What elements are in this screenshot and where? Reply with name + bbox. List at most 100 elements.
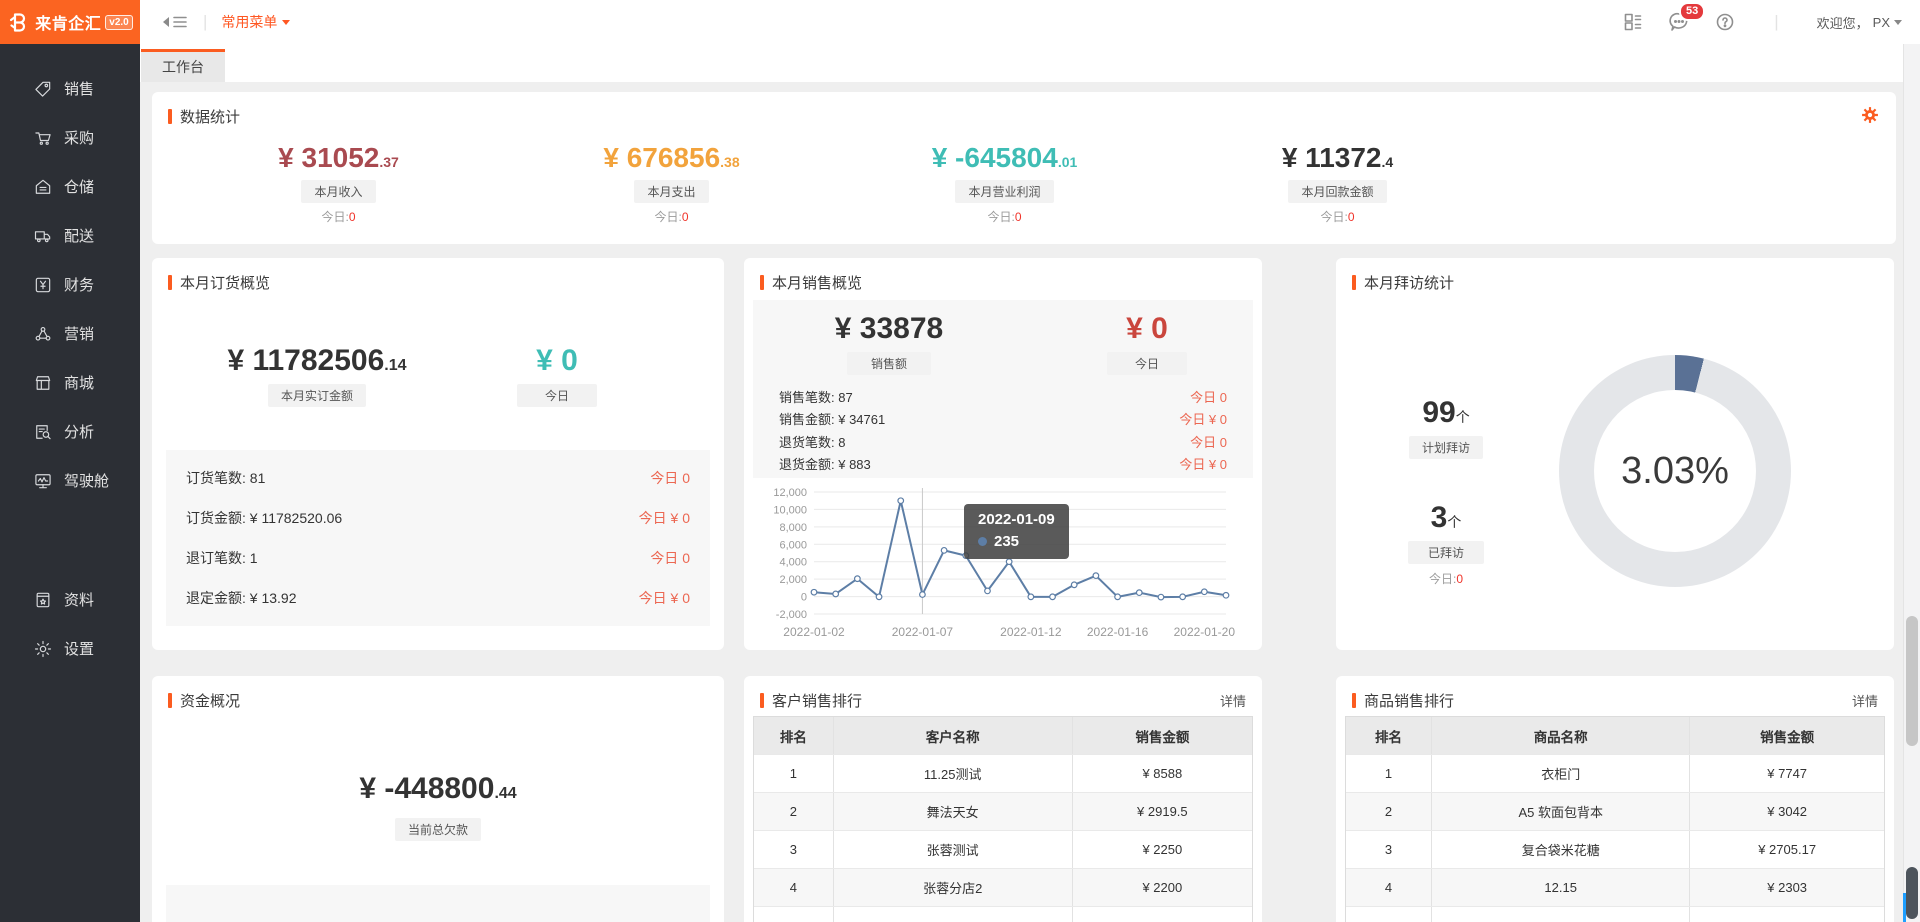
table-row[interactable]: 4 张蓉分店2 ¥ 2200 — [754, 868, 1252, 906]
sales-main-stat: ¥ 33878 销售额 — [779, 312, 999, 375]
app-logo[interactable]: 来肯企汇 v2.0 — [0, 0, 140, 44]
sidebar-item-data[interactable]: 资料 — [0, 575, 140, 624]
sidebar-item-label: 财务 — [64, 274, 94, 295]
table-header-row: 排名 客户名称 销售金额 — [754, 717, 1252, 754]
sidebar-item-warehouse[interactable]: 仓储 — [0, 162, 140, 211]
stat-label-badge: 本月营业利润 — [955, 180, 1053, 203]
sales-today-badge: 今日 — [1107, 352, 1187, 375]
sidebar-item-cockpit[interactable]: 驾驶舱 — [0, 456, 140, 505]
top-header: | 常用菜单 53 — [140, 0, 1920, 44]
vertical-scrollbar-thumb[interactable] — [1906, 616, 1918, 746]
apps-grid-icon — [1623, 12, 1643, 32]
stat-decimal: .38 — [720, 154, 739, 170]
amount-cell: ¥ 2705.17 — [1690, 831, 1884, 868]
table-row[interactable]: 3 张蓉测试 ¥ 2250 — [754, 830, 1252, 868]
sidebar-item-mall[interactable]: 商城 — [0, 358, 140, 407]
table-row[interactable]: 1 11.25测试 ¥ 8588 — [754, 754, 1252, 792]
card-title: 本月销售概览 — [772, 272, 862, 293]
list-item: 订货笔数: 81今日 0 — [186, 458, 690, 498]
stat-decimal: .4 — [1381, 154, 1393, 170]
column-header: 排名 — [754, 717, 834, 754]
table-row[interactable]: 3 复合袋米花糖 ¥ 2705.17 — [1346, 830, 1884, 868]
svg-text:2022-01-07: 2022-01-07 — [892, 625, 954, 639]
row-label: 退订笔数: 1 — [186, 548, 258, 568]
name-cell: 复合袋米花糖 — [1432, 831, 1690, 868]
today-label: 今日: — [321, 210, 348, 224]
today-value: 0 — [1015, 210, 1022, 224]
rank-cell: 4 — [754, 869, 834, 906]
sidebar-item-sales[interactable]: 销售 — [0, 64, 140, 113]
fund-detail-list — [166, 885, 710, 922]
svg-text:10,000: 10,000 — [773, 504, 807, 516]
tooltip-date: 2022-01-09 — [978, 511, 1055, 528]
amount-cell: ¥ 2303 — [1690, 869, 1884, 906]
svg-text:2022-01-12: 2022-01-12 — [1000, 625, 1062, 639]
inner-scrollbar-thumb[interactable] — [1906, 867, 1918, 919]
rank-cell: 1 — [1346, 755, 1432, 792]
table-row[interactable]: 2 舞法天女 ¥ 2919.5 — [754, 792, 1252, 830]
storefront-icon — [33, 373, 53, 393]
name-cell: 张蓉分店2 — [834, 869, 1073, 906]
help-button[interactable] — [1714, 11, 1736, 33]
month-sales-overview-card: 本月销售概览 ¥ 33878 销售额 ¥ 0 今日 销售笔数: 87今日 0 销… — [744, 258, 1262, 650]
sidebar-item-delivery[interactable]: 配送 — [0, 211, 140, 260]
product-sales-rank-card: 商品销售排行 详情 排名 商品名称 销售金额 1 衣柜门 ¥ 7747 2 A5… — [1336, 676, 1894, 922]
visit-stats: 99个 计划拜访 3个 已拜访 今日:0 — [1376, 396, 1516, 587]
table-row[interactable] — [754, 906, 1252, 922]
sales-summary-panel: ¥ 33878 销售额 ¥ 0 今日 销售笔数: 87今日 0 销售金额: ¥ … — [753, 300, 1253, 478]
data-statistics-card: 数据统计 ¥ 31052.37 本月收入 今日:0 ¥ 676856.38 本月… — [152, 92, 1896, 244]
user-menu[interactable]: 欢迎您， PX — [1817, 13, 1902, 32]
vertical-scrollbar-track[interactable] — [1903, 44, 1920, 922]
svg-text:-2,000: -2,000 — [776, 609, 807, 621]
stats-row: ¥ 31052.37 本月收入 今日:0 ¥ 676856.38 本月支出 今日… — [172, 142, 1504, 225]
rank-cell: 2 — [1346, 793, 1432, 830]
card-settings-gear-icon[interactable] — [1860, 105, 1880, 125]
visited-count: 3 — [1431, 501, 1448, 534]
row-label: 销售金额: ¥ 34761 — [779, 409, 885, 428]
list-item: 退订笔数: 1今日 0 — [186, 538, 690, 578]
svg-text:0: 0 — [801, 592, 807, 604]
row-today-value: 今日 ¥ 0 — [1179, 454, 1227, 473]
svg-text:6,000: 6,000 — [779, 539, 807, 551]
table-row[interactable]: 1 衣柜门 ¥ 7747 — [1346, 754, 1884, 792]
name-cell: 张蓉测试 — [834, 831, 1073, 868]
warehouse-icon — [33, 177, 53, 197]
total-debt-badge: 当前总欠款 — [395, 818, 481, 841]
product-rank-detail-link[interactable]: 详情 — [1852, 691, 1878, 710]
sidebar-item-label: 仓储 — [64, 176, 94, 197]
customer-rank-detail-link[interactable]: 详情 — [1220, 691, 1246, 710]
sidebar-item-label: 驾驶舱 — [64, 470, 109, 491]
tab-bar: 工作台 — [140, 44, 1920, 82]
sidebar-item-label: 配送 — [64, 225, 94, 246]
table-row[interactable]: 2 A5 软面包背本 ¥ 3042 — [1346, 792, 1884, 830]
sales-trend-chart[interactable]: -2,00002,0004,0006,0008,00010,00012,0002… — [768, 482, 1238, 644]
sidebar-item-finance[interactable]: 财务 — [0, 260, 140, 309]
amount-cell: ¥ 2919.5 — [1073, 793, 1252, 830]
common-menu-dropdown[interactable]: 常用菜单 — [221, 12, 290, 32]
title-marker — [1352, 693, 1356, 708]
planned-visit-badge: 计划拜访 — [1409, 436, 1483, 459]
customer-rank-table: 排名 客户名称 销售金额 1 11.25测试 ¥ 8588 2 舞法天女 ¥ 2… — [753, 716, 1253, 922]
sidebar-item-marketing[interactable]: 营销 — [0, 309, 140, 358]
list-item: 订货金额: ¥ 11782520.06今日 ¥ 0 — [186, 498, 690, 538]
sidebar-item-settings[interactable]: 设置 — [0, 624, 140, 673]
sidebar-item-purchase[interactable]: 采购 — [0, 113, 140, 162]
today-value: 0 — [1456, 572, 1463, 586]
rank-cell: 4 — [1346, 869, 1432, 906]
report-search-icon — [33, 422, 53, 442]
apps-grid-button[interactable] — [1622, 11, 1644, 33]
row-label: 退货笔数: 8 — [779, 432, 845, 451]
title-marker — [168, 109, 172, 124]
sidebar-item-analysis[interactable]: 分析 — [0, 407, 140, 456]
order-detail-list: 订货笔数: 81今日 0 订货金额: ¥ 11782520.06今日 ¥ 0 退… — [166, 450, 710, 626]
card-title: 资金概况 — [180, 690, 240, 711]
table-row[interactable] — [1346, 906, 1884, 922]
sidebar-collapse-button[interactable] — [158, 13, 189, 31]
stat-label-badge: 本月回款金额 — [1288, 180, 1386, 203]
column-header: 客户名称 — [834, 717, 1073, 754]
row-label: 订货笔数: 81 — [186, 468, 265, 488]
messages-button[interactable]: 53 — [1668, 11, 1690, 33]
username: PX — [1873, 15, 1890, 30]
table-row[interactable]: 4 12.15 ¥ 2303 — [1346, 868, 1884, 906]
tab-workbench[interactable]: 工作台 — [141, 49, 225, 82]
